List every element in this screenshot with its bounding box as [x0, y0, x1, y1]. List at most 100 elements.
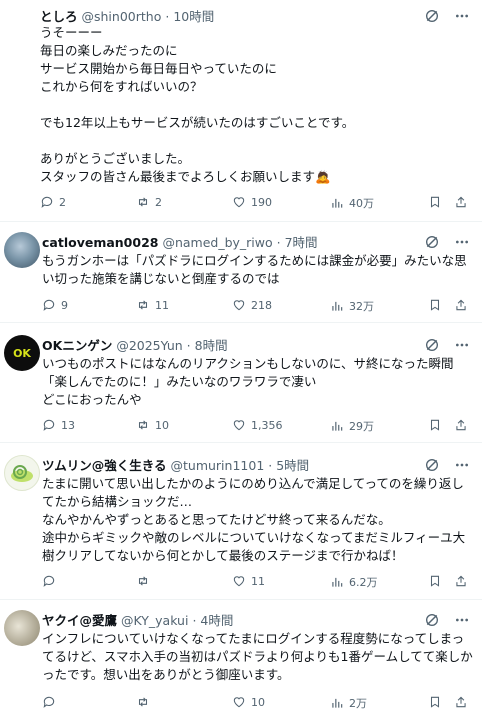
reply-icon: [40, 195, 54, 209]
author-name[interactable]: ヤクイ@愛鷹: [42, 613, 117, 628]
repost-icon: [136, 195, 150, 209]
grok-icon[interactable]: [424, 234, 440, 250]
more-icon[interactable]: [454, 612, 470, 628]
avatar[interactable]: [4, 610, 40, 646]
post-text: うそーーー 毎日の楽しみだったのに サービス開始から毎日毎日やっていたのに これ…: [40, 25, 355, 184]
post-5[interactable]: ヤクイ@愛鷹 @KY_yakui · 4時間 インフレについていけなくなってたま…: [0, 600, 482, 722]
bookmark-icon[interactable]: [428, 195, 442, 209]
like-count: 1,356: [251, 418, 283, 432]
post-text: インフレについていけなくなってたまにログインする程度勢になってしまってるけど、ス…: [42, 631, 473, 682]
repost-icon: [136, 695, 150, 709]
reply-button[interactable]: [42, 695, 61, 709]
author-handle[interactable]: @tumurin1101: [171, 458, 265, 473]
avatar[interactable]: [4, 455, 40, 491]
share-icon[interactable]: [454, 574, 468, 588]
views-icon: [330, 419, 344, 433]
post-header: としろ @shin00rtho · 10時間: [40, 6, 474, 26]
bookmark-icon[interactable]: [428, 298, 442, 312]
views-button[interactable]: 29万: [330, 418, 374, 434]
views-count: 6.2万: [349, 576, 378, 589]
repost-count: 10: [155, 418, 169, 432]
views-count: 2万: [349, 697, 367, 710]
views-button[interactable]: 40万: [330, 195, 374, 211]
grok-icon[interactable]: [424, 457, 440, 473]
bookmark-icon[interactable]: [428, 418, 442, 432]
repost-button[interactable]: [136, 574, 155, 588]
repost-button[interactable]: 2: [136, 195, 162, 209]
like-count: 190: [251, 195, 272, 209]
post-header: ヤクイ@愛鷹 @KY_yakui · 4時間: [42, 610, 474, 630]
post-4[interactable]: ツムリン@強く生きる @tumurin1101 · 5時間 たまに開いて思い出し…: [0, 443, 482, 600]
post-time[interactable]: 4時間: [200, 613, 233, 628]
views-icon: [330, 696, 344, 710]
post-text: たまに開いて思い出したかのようにのめり込んで満足してってのを繰り返してたから結構…: [42, 476, 466, 563]
more-icon[interactable]: [454, 234, 470, 250]
views-button[interactable]: 6.2万: [330, 574, 378, 590]
author-handle[interactable]: @named_by_riwo: [162, 235, 272, 250]
author-handle[interactable]: @KY_yakui: [121, 613, 188, 628]
views-count: 29万: [349, 420, 374, 433]
views-icon: [330, 575, 344, 589]
author-name[interactable]: catloveman0028: [42, 235, 158, 250]
post-1[interactable]: としろ @shin00rtho · 10時間 うそーーー 毎日の楽しみだったのに…: [0, 0, 482, 222]
more-icon[interactable]: [454, 8, 470, 24]
reply-button[interactable]: [42, 574, 61, 588]
post-actions: 10 2万: [42, 695, 474, 713]
share-icon[interactable]: [454, 195, 468, 209]
like-button[interactable]: 10: [232, 695, 265, 709]
like-icon: [232, 298, 246, 312]
author-name[interactable]: OKニンゲン: [42, 338, 112, 353]
repost-button[interactable]: 11: [136, 298, 169, 312]
reply-count: 13: [61, 418, 75, 432]
post-header: catloveman0028 @named_by_riwo · 7時間: [42, 232, 474, 252]
repost-button[interactable]: [136, 695, 155, 709]
like-button[interactable]: 1,356: [232, 418, 283, 432]
more-icon[interactable]: [454, 457, 470, 473]
reply-count: 2: [59, 195, 66, 209]
post-3[interactable]: OK OKニンゲン @2025Yun · 8時間 いつものポストにはなんのリアク…: [0, 323, 482, 443]
snail-icon: [11, 465, 33, 482]
like-count: 218: [251, 298, 272, 312]
post-time[interactable]: 5時間: [276, 458, 309, 473]
like-count: 10: [251, 695, 265, 709]
post-time[interactable]: 8時間: [195, 338, 228, 353]
views-button[interactable]: 2万: [330, 695, 367, 711]
grok-icon[interactable]: [424, 337, 440, 353]
avatar[interactable]: [4, 232, 40, 268]
author-name[interactable]: ツムリン@強く生きる: [42, 458, 167, 473]
views-count: 40万: [349, 197, 374, 210]
reply-button[interactable]: 2: [40, 195, 66, 209]
avatar[interactable]: OK: [4, 335, 40, 371]
post-actions: 2 2 190 40万: [40, 195, 474, 213]
post-time[interactable]: 7時間: [285, 235, 318, 250]
share-icon[interactable]: [454, 418, 468, 432]
views-button[interactable]: 32万: [330, 298, 374, 314]
bookmark-icon[interactable]: [428, 574, 442, 588]
reply-button[interactable]: 13: [42, 418, 75, 432]
author-name[interactable]: としろ: [40, 9, 78, 24]
like-icon: [232, 574, 246, 588]
reply-icon: [42, 695, 56, 709]
author-handle[interactable]: @shin00rtho: [82, 9, 162, 24]
post-2[interactable]: catloveman0028 @named_by_riwo · 7時間 もうガン…: [0, 222, 482, 323]
like-icon: [232, 195, 246, 209]
like-button[interactable]: 218: [232, 298, 272, 312]
like-button[interactable]: 190: [232, 195, 272, 209]
bookmark-icon[interactable]: [428, 695, 442, 709]
post-actions: 13 10 1,356 29万: [42, 418, 474, 436]
author-handle[interactable]: @2025Yun: [116, 338, 182, 353]
reply-icon: [42, 574, 56, 588]
post-time[interactable]: 10時間: [173, 9, 214, 24]
grok-icon[interactable]: [424, 8, 440, 24]
repost-button[interactable]: 10: [136, 418, 169, 432]
reply-button[interactable]: 9: [42, 298, 68, 312]
views-count: 32万: [349, 300, 374, 313]
share-icon[interactable]: [454, 695, 468, 709]
like-icon: [232, 418, 246, 432]
like-button[interactable]: 11: [232, 574, 265, 588]
share-icon[interactable]: [454, 298, 468, 312]
grok-icon[interactable]: [424, 612, 440, 628]
repost-icon: [136, 574, 150, 588]
views-icon: [330, 196, 344, 210]
more-icon[interactable]: [454, 337, 470, 353]
